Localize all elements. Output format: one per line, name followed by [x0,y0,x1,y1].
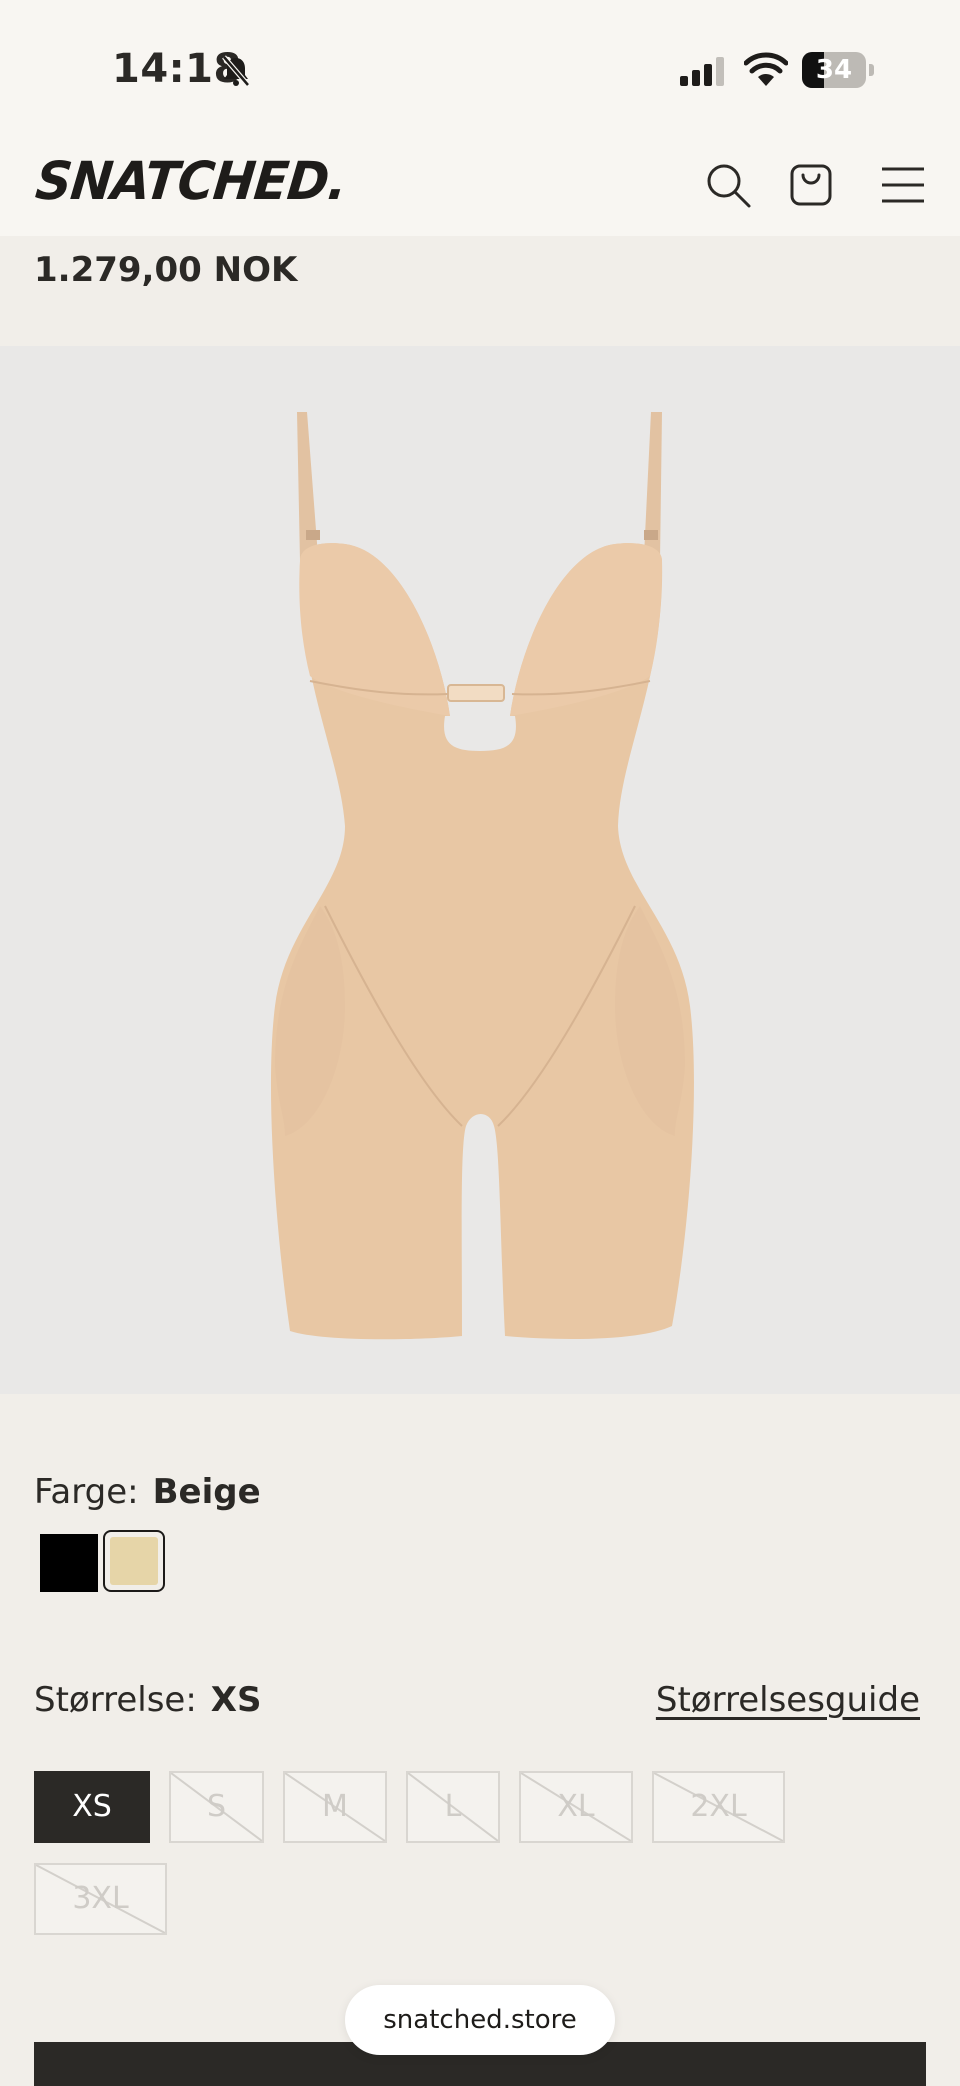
search-icon [707,164,751,208]
swatch-beige[interactable] [103,1530,165,1592]
product-image[interactable] [0,346,960,1394]
size-option-label: XL [557,1789,595,1824]
size-option-label: XS [72,1789,112,1824]
battery-text: 34 [815,55,853,85]
size-option-xs[interactable]: XS [34,1771,150,1843]
signal-icon [680,57,724,86]
battery-body: 34 [802,52,866,88]
product-price: 1.279,00 NOK [34,250,298,290]
size-option-xl[interactable]: XL [519,1771,633,1843]
size-option-label: S [206,1789,227,1824]
size-option-2xl[interactable]: 2XL [652,1771,785,1843]
bodysuit-illustration [270,412,694,1340]
size-label-row: Størrelse: XS [34,1680,261,1720]
battery-cap [869,64,874,76]
battery-indicator: 34 [802,52,874,88]
browser-url-pill[interactable]: snatched.store [345,1985,615,2055]
menu-button[interactable] [878,160,928,210]
size-option-3xl[interactable]: 3XL [34,1863,167,1935]
swatch-beige-fill [110,1537,158,1585]
size-option-s[interactable]: S [169,1771,264,1843]
size-option-label: L [444,1789,462,1824]
status-bar: 14:18 34 [0,0,960,140]
size-option-l[interactable]: L [406,1771,500,1843]
size-option-m[interactable]: M [283,1771,387,1843]
bell-muted-icon [222,55,250,87]
size-option-label: 3XL [72,1881,129,1916]
color-selected-value: Beige [152,1472,261,1512]
size-guide-link[interactable]: Størrelsesguide [656,1680,920,1720]
swatch-black[interactable] [40,1534,98,1592]
size-option-label: 2XL [690,1789,747,1824]
cart-button[interactable] [786,160,836,210]
color-label-row: Farge: Beige [34,1472,261,1512]
size-selected-value: XS [210,1680,262,1720]
price-strip: 1.279,00 NOK [0,236,960,346]
site-header: SNATCHED. [0,140,960,236]
size-label: Størrelse: [34,1680,197,1720]
logo[interactable]: SNATCHED. [33,151,349,212]
search-button[interactable] [703,160,753,210]
bag-icon [790,164,832,206]
menu-icon [882,167,924,203]
color-label: Farge: [34,1472,139,1512]
size-option-label: M [322,1789,348,1824]
wifi-icon [744,52,788,86]
